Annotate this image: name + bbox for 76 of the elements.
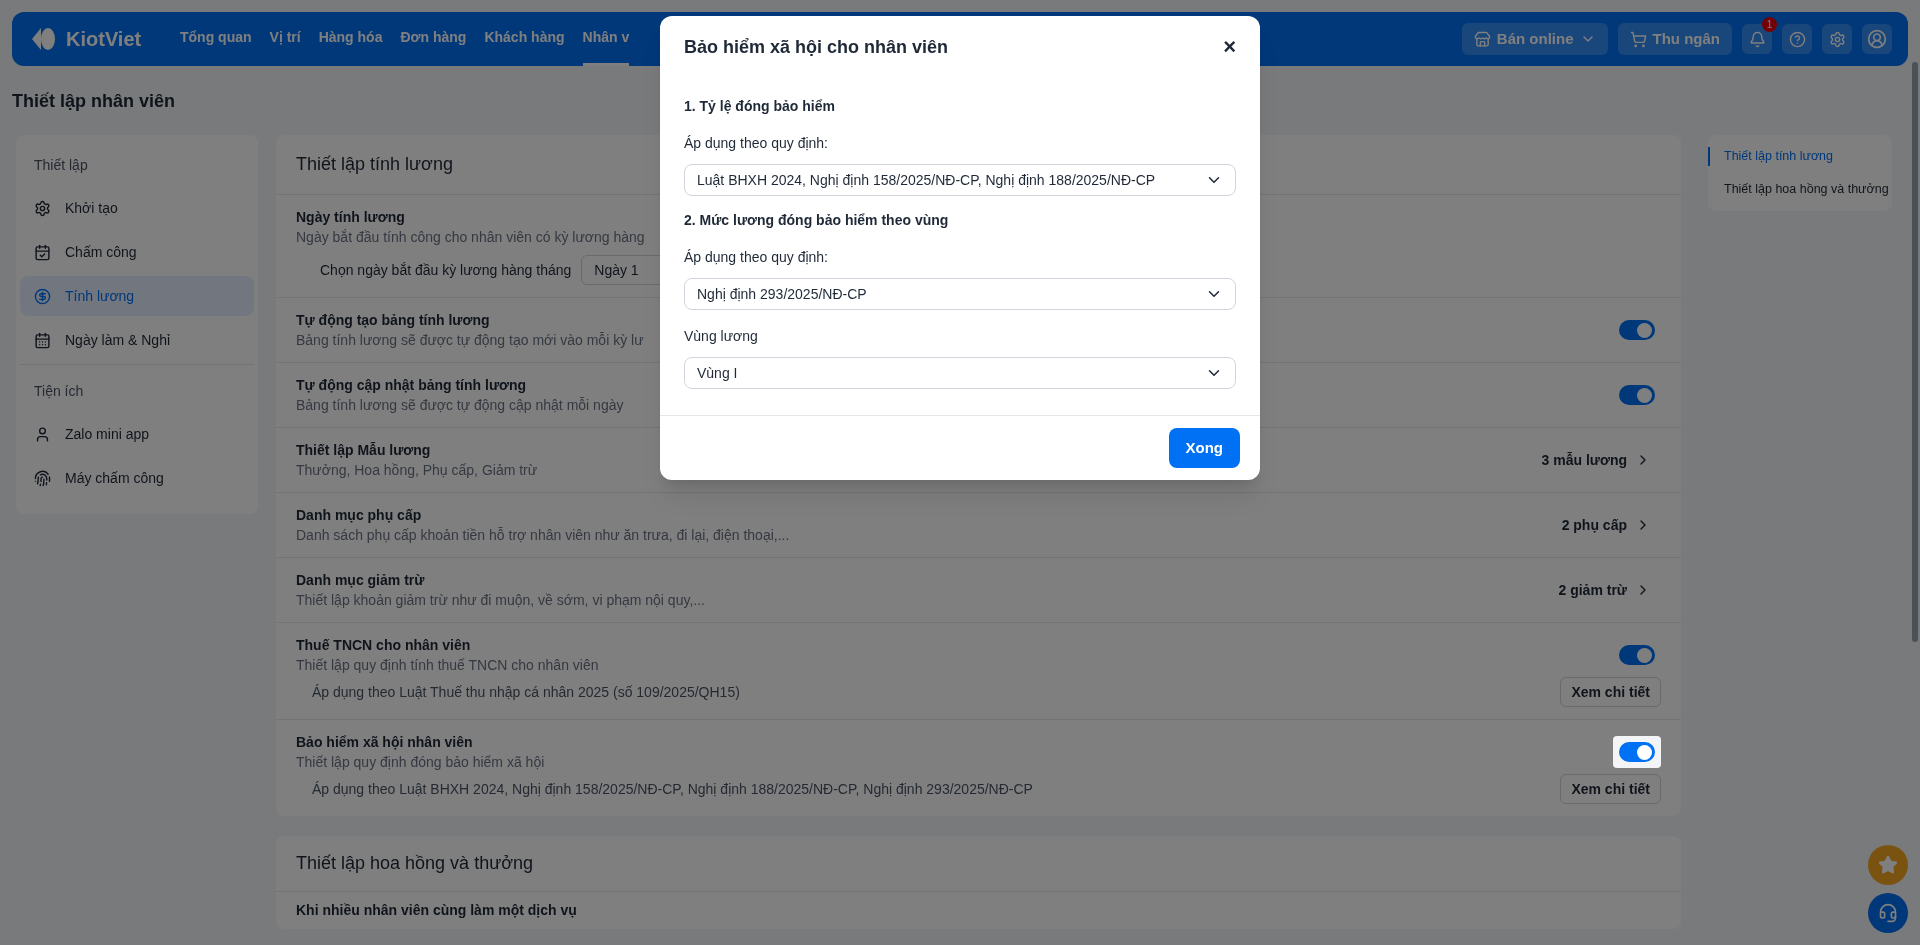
nav-link[interactable]: Vị trí: [269, 12, 301, 66]
help-icon: [1788, 30, 1806, 48]
setting-description: Thiết lập quy định tính thuế TNCN cho nhân viên: [296, 656, 599, 675]
toggle-switch[interactable]: [1619, 385, 1655, 405]
sidebar-icon: [34, 469, 51, 487]
dropdown-field[interactable]: Vùng I: [684, 357, 1236, 389]
toggle-switch[interactable]: [1619, 320, 1655, 340]
regulation-note: Áp dụng theo Luật Thuế thu nhập cá nhân 2025 (số 109/2025/QH15): [312, 683, 740, 702]
setting-title: Thuế TNCN cho nhân viên: [296, 636, 471, 655]
section-heading: 2. Mức lương đóng bảo hiểm theo vùng: [684, 211, 950, 230]
field-label: Chọn ngày bắt đầu kỳ lương hàng tháng: [320, 261, 572, 280]
sidebar-item[interactable]: Chấm công: [20, 232, 254, 272]
count-link[interactable]: 2 phụ cấp: [1561, 515, 1661, 535]
sidebar-item[interactable]: Zalo mini app: [20, 414, 254, 454]
cart-icon: [1629, 30, 1647, 48]
close-button[interactable]: ×: [1223, 36, 1236, 58]
bell-icon: [1748, 30, 1766, 48]
setting-description: Ngày bắt đầu tính công cho nhân viên có kỳ lương hàng: [296, 228, 645, 247]
sidebar-item[interactable]: Khởi tạo: [20, 188, 254, 228]
regulation-note: Áp dụng theo Luật BHXH 2024, Nghị định 158/2025/NĐ-CP, Nghị định 188/2025/NĐ-CP, Nghị định 293/2025/NĐ-CP: [312, 780, 1033, 799]
star-button[interactable]: [1868, 845, 1908, 885]
nav-link[interactable]: Tổng quan: [180, 12, 252, 66]
setting-title: Bảo hiểm xã hội nhân viên: [296, 733, 473, 752]
setting-description: Bảng tính lương sẽ được tự động cập nhật mỗi ngày: [296, 396, 624, 415]
nav-link[interactable]: Nhân v: [582, 12, 630, 66]
view-details-button[interactable]: Xem chi tiết: [1560, 677, 1661, 707]
toggle-switch[interactable]: [1619, 742, 1655, 762]
setting-title: Ngày tính lương: [296, 208, 405, 227]
sidebar-icon: [34, 287, 51, 305]
sidebar-icon: [34, 425, 51, 443]
dialog-title: Bảo hiểm xã hội cho nhân viên: [684, 35, 949, 59]
section-link[interactable]: Thiết lập hoa hồng và thưởng: [1708, 179, 1892, 199]
sidebar-section-title: Thiết lập: [33, 156, 89, 175]
setting-description: Thiết lập khoản giảm trừ như đi muộn, về sớm, vi phạm nội quy,...: [296, 591, 705, 610]
done-button[interactable]: Xong: [1168, 428, 1240, 468]
section-heading: 1. Tỷ lệ đóng bảo hiểm: [684, 97, 836, 116]
sidebar-item[interactable]: Ngày làm & Nghỉ: [20, 320, 254, 360]
section-link[interactable]: Thiết lập tính lương: [1708, 147, 1892, 166]
setting-description: Thưởng, Hoa hồng, Phụ cấp, Giảm trừ: [296, 461, 538, 480]
nav-link[interactable]: Khách hàng: [484, 12, 565, 66]
sidebar-icon: [34, 243, 51, 261]
sidebar-icon: [34, 331, 51, 349]
setting-title: Danh mục phụ cấp: [296, 506, 422, 525]
scrollbar[interactable]: [1912, 62, 1918, 642]
setting-description: Thiết lập quy định đóng bảo hiểm xã hội: [296, 753, 545, 772]
dropdown-field[interactable]: Nghị định 293/2025/NĐ-CP: [684, 278, 1236, 310]
sidebar-icon: [34, 199, 51, 217]
view-details-button[interactable]: Xem chi tiết: [1560, 774, 1661, 804]
logo-text: KiotViet: [66, 27, 142, 52]
nav-link[interactable]: Hàng hóa: [318, 12, 383, 66]
count-link[interactable]: 2 giảm trừ: [1558, 580, 1661, 600]
nav-link[interactable]: Đơn hàng: [400, 12, 467, 66]
store-icon: [1473, 30, 1491, 48]
headset-icon: [1878, 903, 1898, 923]
notification-badge: 1: [1762, 17, 1777, 32]
card-title: Thiết lập hoa hồng và thưởng: [276, 836, 1681, 892]
setting-title: Tự động tạo bảng tính lương: [296, 311, 490, 330]
page-title: Thiết lập nhân viên: [12, 90, 176, 113]
setting-title: Tự động cập nhật bảng tính lương: [296, 376, 527, 395]
setting-title: Danh mục giảm trừ: [296, 571, 425, 590]
toggle-switch[interactable]: [1619, 645, 1655, 665]
setting-title: Khi nhiều nhân viên cùng làm một dịch vụ: [296, 901, 578, 920]
setting-description: Danh sách phụ cấp khoản tiền hỗ trợ nhân viên như ăn trưa, đi lại, điện thoại,...: [296, 526, 790, 545]
setting-description: Bảng tính lương sẽ được tự động tạo mới vào mỗi kỳ lư: [296, 331, 644, 350]
support-button[interactable]: [1868, 893, 1908, 933]
sidebar-section-title: Tiện ích: [33, 382, 85, 401]
count-link[interactable]: 3 mẫu lương: [1541, 450, 1661, 470]
sidebar-item[interactable]: Máy chấm công: [20, 458, 254, 498]
field-label: Áp dụng theo quy định:: [684, 134, 829, 153]
dropdown-field[interactable]: Luật BHXH 2024, Nghị định 158/2025/NĐ-CP, Nghị định 188/2025/NĐ-CP: [684, 164, 1236, 196]
settings-icon: [1828, 30, 1846, 48]
avatar-icon: [1867, 29, 1887, 49]
field-label: Vùng lương: [684, 327, 759, 346]
star-icon: [1878, 855, 1898, 875]
setting-title: Thiết lập Mẫu lương: [296, 441, 431, 460]
sidebar-item[interactable]: Tính lương: [20, 276, 254, 316]
